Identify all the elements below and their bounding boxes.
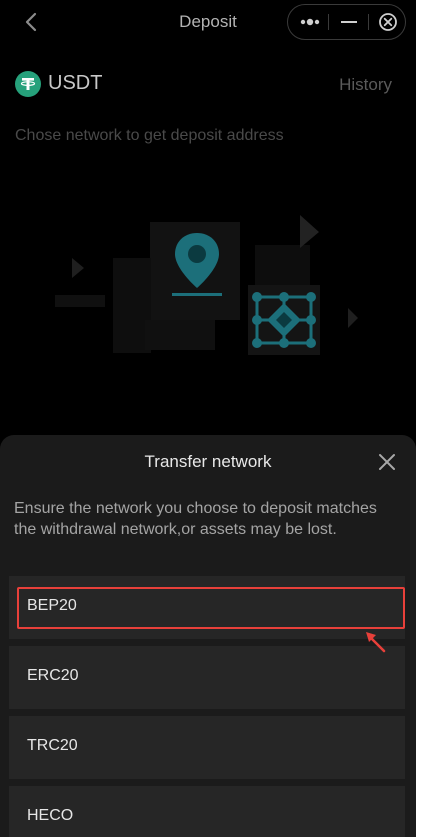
network-label: TRC20 <box>27 737 78 754</box>
screen-edge <box>416 0 422 837</box>
deposit-screen: Deposit USDT History Chose network to ge… <box>0 0 416 837</box>
sheet-title: Transfer network <box>144 452 272 471</box>
close-icon[interactable] <box>376 451 398 473</box>
sheet-warning-note: Ensure the network you choose to deposit… <box>14 500 377 538</box>
highlight-box <box>17 587 405 629</box>
minimize-icon[interactable] <box>329 5 368 38</box>
coin-name: USDT <box>48 72 103 94</box>
close-circle-icon[interactable] <box>368 5 407 38</box>
more-dots-icon[interactable] <box>290 5 329 38</box>
tether-icon <box>15 71 41 97</box>
network-hint-text: Chose network to get deposit address <box>15 127 284 144</box>
network-option-heco[interactable]: HECO <box>9 786 405 837</box>
network-option-erc20[interactable]: ERC20 <box>9 646 405 709</box>
network-label: HECO <box>27 807 74 824</box>
transfer-network-sheet: Transfer network Ensure the network you … <box>0 435 416 837</box>
pointer-arrow-icon <box>362 628 392 658</box>
network-option-trc20[interactable]: TRC20 <box>9 716 405 779</box>
mini-program-capsule <box>287 4 406 40</box>
history-link[interactable]: History <box>339 75 392 95</box>
network-label: ERC20 <box>27 667 79 684</box>
deposit-illustration <box>55 200 375 375</box>
